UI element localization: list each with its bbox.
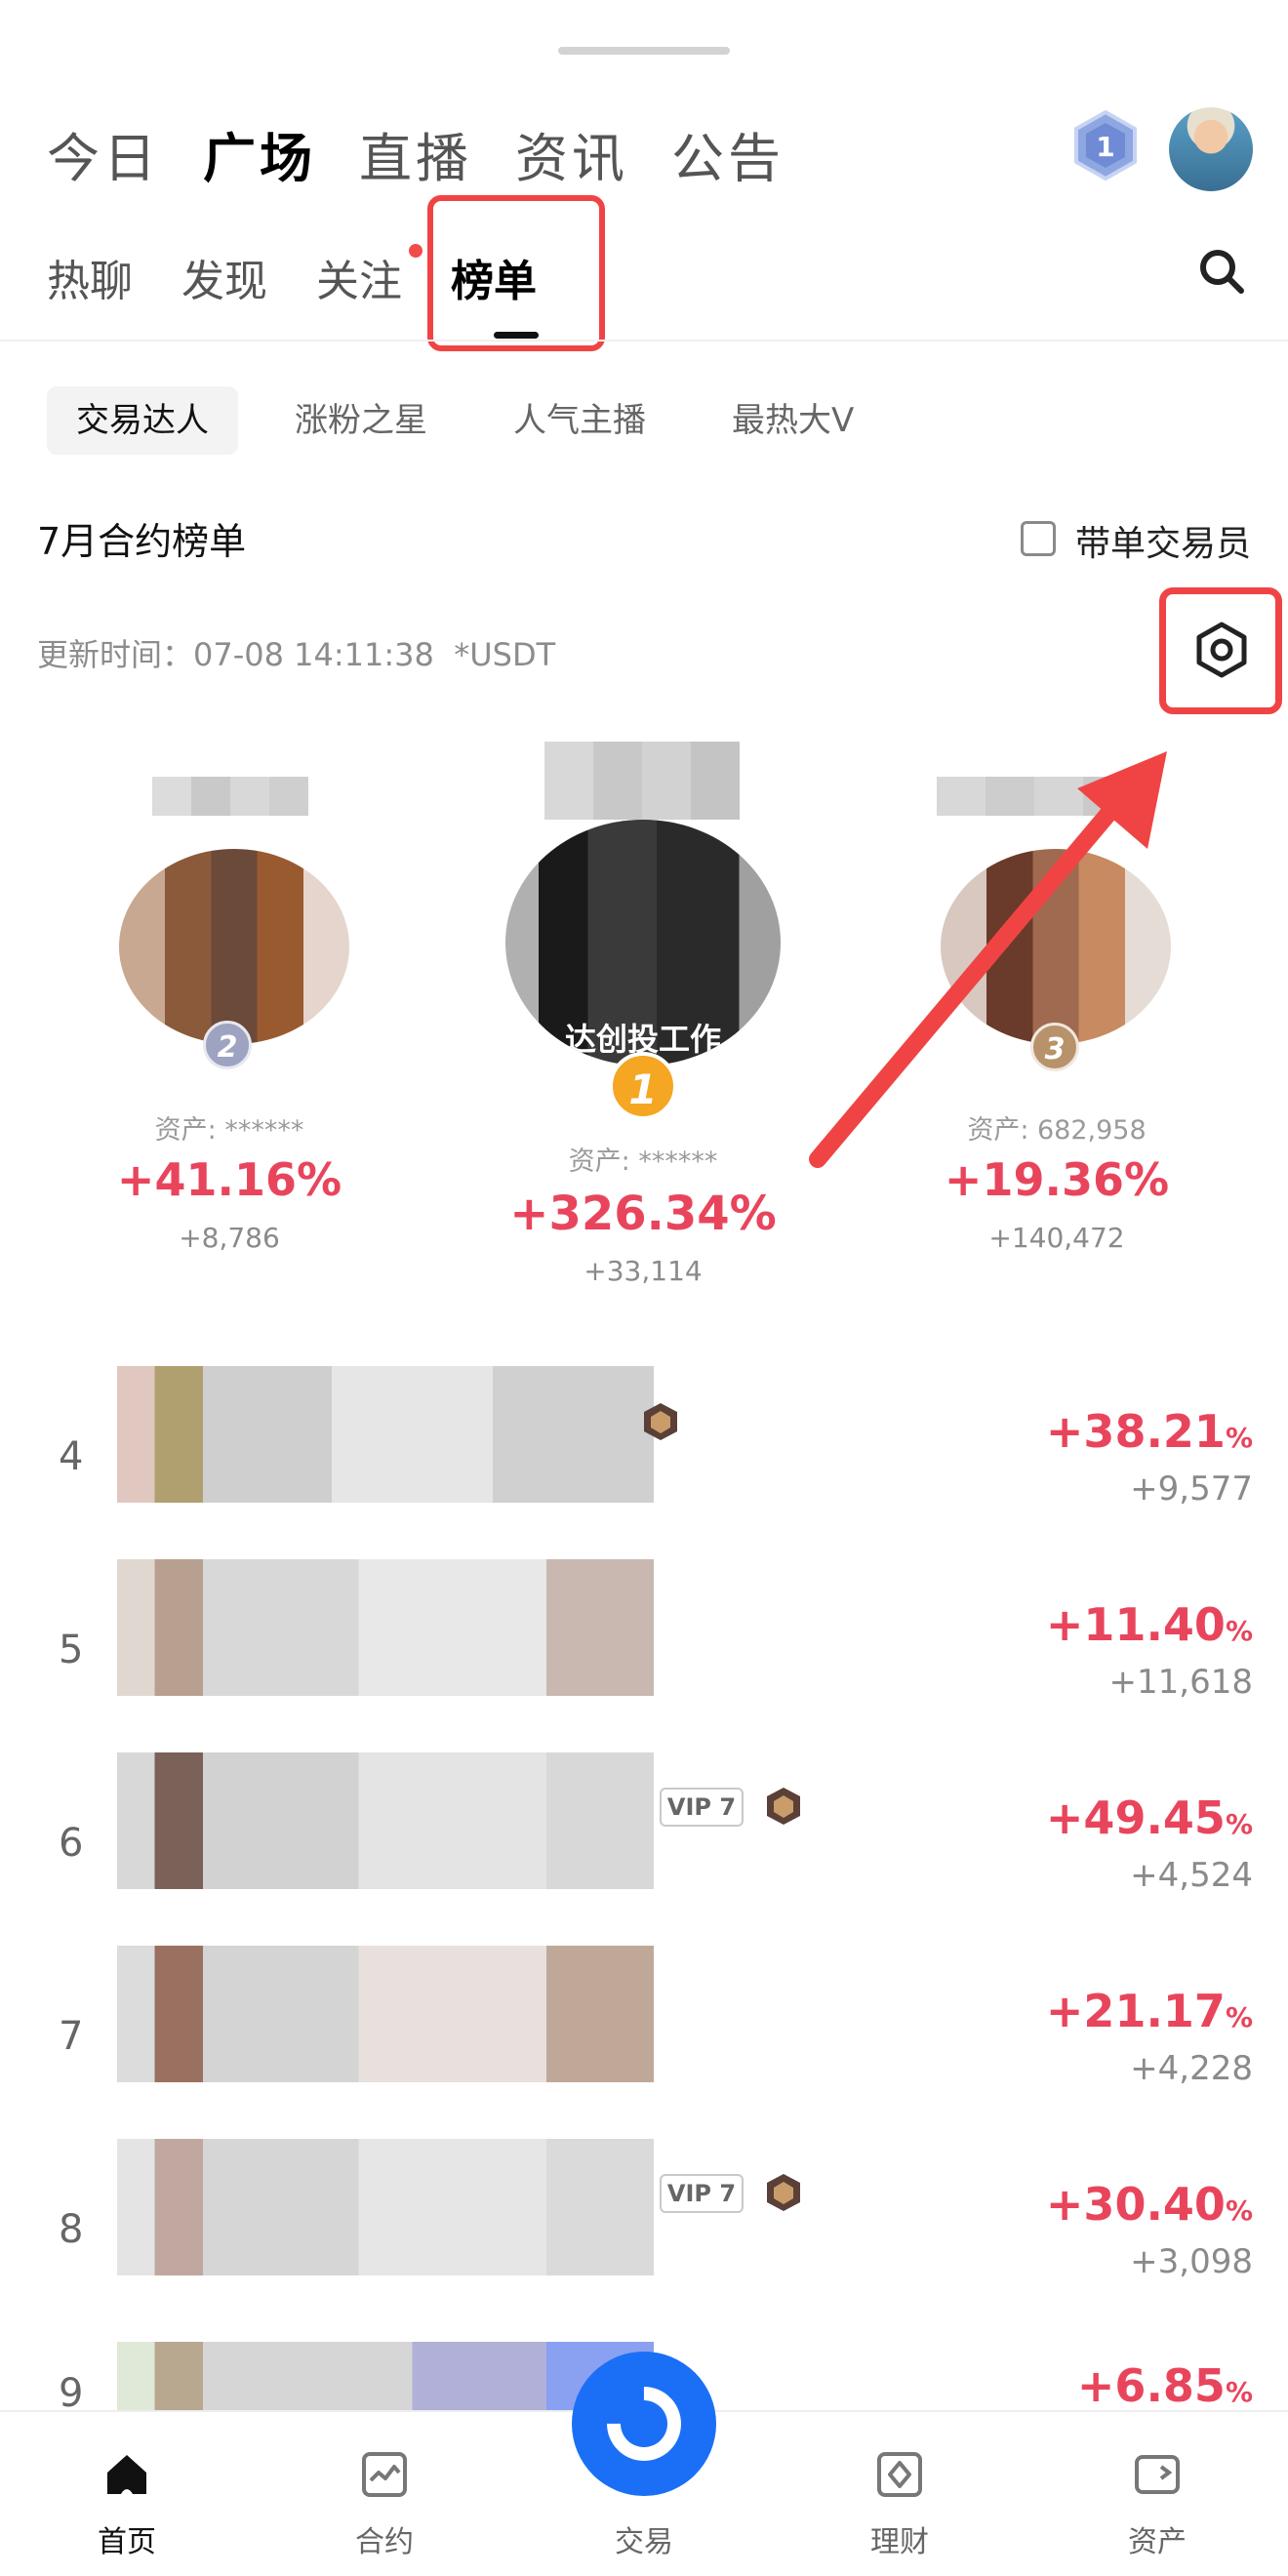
main-tab-bar: 今日 广场 直播 资讯 公告 [47, 115, 785, 192]
rank1-pnl: +33,114 [584, 1255, 703, 1287]
rank2-badge: 2 [203, 1021, 252, 1069]
tab-news[interactable]: 资讯 [515, 115, 628, 192]
row-pct: +49.45% [1045, 1791, 1253, 1844]
chip-top-traders[interactable]: 交易达人 [47, 386, 238, 455]
row-rank: 8 [59, 2207, 84, 2252]
row-pct: +38.21% [1045, 1405, 1253, 1458]
row-pnl: +11,618 [1108, 1663, 1253, 1702]
hexagon-badge-icon: 1 [1074, 109, 1137, 181]
rank3-avatar[interactable] [941, 849, 1171, 1044]
vip-badge: VIP 7 [660, 2174, 744, 2213]
earn-icon [877, 2452, 922, 2497]
update-time: 更新时间：07-08 14:11:38 *USDT [37, 630, 555, 675]
level-badge[interactable]: 1 [1069, 109, 1142, 181]
search-button[interactable] [1196, 246, 1247, 297]
chip-popular-hosts[interactable]: 人气主播 [484, 386, 675, 455]
leaderboard-row[interactable]: 5 +11.40% +11,618 [0, 1559, 1288, 1754]
row-pnl: +4,524 [1130, 1856, 1253, 1895]
search-icon [1200, 250, 1244, 294]
medal-icon [644, 1403, 677, 1440]
row-pct: +21.17% [1045, 1985, 1253, 2037]
wallet-icon [1135, 2455, 1180, 2494]
user-avatar[interactable] [1169, 107, 1253, 191]
leaderboard-row[interactable]: 6 VIP 7 +49.45% +4,524 [0, 1752, 1288, 1948]
row-user-blurred [117, 1946, 654, 2082]
rank1-assets: 资产: ****** [568, 1147, 718, 1177]
row-pct: +11.40% [1045, 1598, 1253, 1651]
vip-badge: VIP 7 [660, 1788, 744, 1827]
hexagon-settings-icon [1196, 622, 1247, 678]
rank1-avatar[interactable]: 达创投工作 [505, 820, 781, 1066]
rank3-pnl: +140,472 [988, 1222, 1125, 1254]
leaderboard-title: 7月合约榜单 [37, 520, 247, 563]
leaderboard-row[interactable]: 7 +21.17% +4,228 [0, 1946, 1288, 2141]
tab-square[interactable]: 广场 [203, 115, 316, 192]
row-user-blurred [117, 1366, 654, 1503]
row-rank: 6 [59, 1821, 84, 1866]
row-rank: 5 [59, 1628, 84, 1672]
medal-icon [767, 2174, 800, 2211]
tab-discover[interactable]: 发现 [181, 246, 267, 308]
trade-icon [591, 2371, 697, 2476]
rank1-pct: +326.34% [509, 1187, 777, 1241]
rank2-name-blurred [152, 777, 308, 816]
chip-hottest-v[interactable]: 最热大V [703, 386, 883, 455]
update-prefix: 更新时间： [37, 636, 194, 673]
settings-button[interactable] [1159, 587, 1282, 714]
row-user-blurred [117, 2342, 654, 2410]
home-icon [107, 2455, 146, 2494]
row-user-blurred [117, 1752, 654, 1889]
row-pnl: +4,228 [1130, 2049, 1253, 2088]
currency-note: *USDT [454, 636, 556, 673]
tab-hot-chat[interactable]: 热聊 [47, 246, 133, 308]
update-timestamp: 07-08 14:11:38 [193, 636, 434, 673]
row-pct: +6.85% [1076, 2359, 1253, 2410]
rank2-pct: +41.16% [116, 1153, 342, 1206]
rank2-assets: 资产: ****** [154, 1115, 304, 1146]
tab-announcements[interactable]: 公告 [671, 115, 785, 192]
copy-trader-label[interactable]: 带单交易员 [1075, 515, 1251, 566]
rank1-badge: 1 [609, 1052, 677, 1120]
tab-live[interactable]: 直播 [359, 115, 472, 192]
divider [0, 340, 1288, 342]
trade-button[interactable] [572, 2352, 716, 2496]
rank3-assets: 资产: 682,958 [967, 1115, 1147, 1146]
row-rank: 7 [59, 2014, 84, 2059]
rank3-pct: +19.36% [944, 1153, 1170, 1206]
chip-rising-stars[interactable]: 涨粉之星 [265, 386, 457, 455]
row-pnl: +3,098 [1130, 2242, 1253, 2281]
rank3-badge: 3 [1030, 1023, 1079, 1071]
category-chips: 交易达人 涨粉之星 人气主播 最热大V [47, 386, 883, 455]
row-user-blurred [117, 2139, 654, 2275]
rank2-pnl: +8,786 [179, 1222, 280, 1254]
tab-following[interactable]: 关注 [316, 246, 402, 308]
row-user-blurred [117, 1559, 654, 1696]
row-pnl: +9,577 [1130, 1469, 1253, 1509]
row-rank: 9 [59, 2371, 84, 2410]
annotation-highlight-box [427, 195, 605, 351]
leaderboard-row[interactable]: 4 +38.21% +9,577 [0, 1366, 1288, 1561]
row-pct: +30.40% [1045, 2178, 1253, 2231]
rank1-name-blurred [544, 742, 740, 820]
medal-icon [767, 1788, 800, 1825]
futures-chart-icon [362, 2452, 407, 2497]
rank3-name-blurred [937, 777, 1132, 816]
tab-today[interactable]: 今日 [47, 115, 160, 192]
row-rank: 4 [59, 1434, 84, 1479]
rank2-avatar[interactable] [119, 849, 349, 1044]
drag-handle[interactable] [558, 47, 730, 55]
svg-text:1: 1 [1096, 131, 1114, 163]
copy-trader-checkbox[interactable] [1021, 521, 1056, 556]
leaderboard-row[interactable]: 8 VIP 7 +30.40% +3,098 [0, 2139, 1288, 2334]
notification-dot [409, 244, 423, 258]
